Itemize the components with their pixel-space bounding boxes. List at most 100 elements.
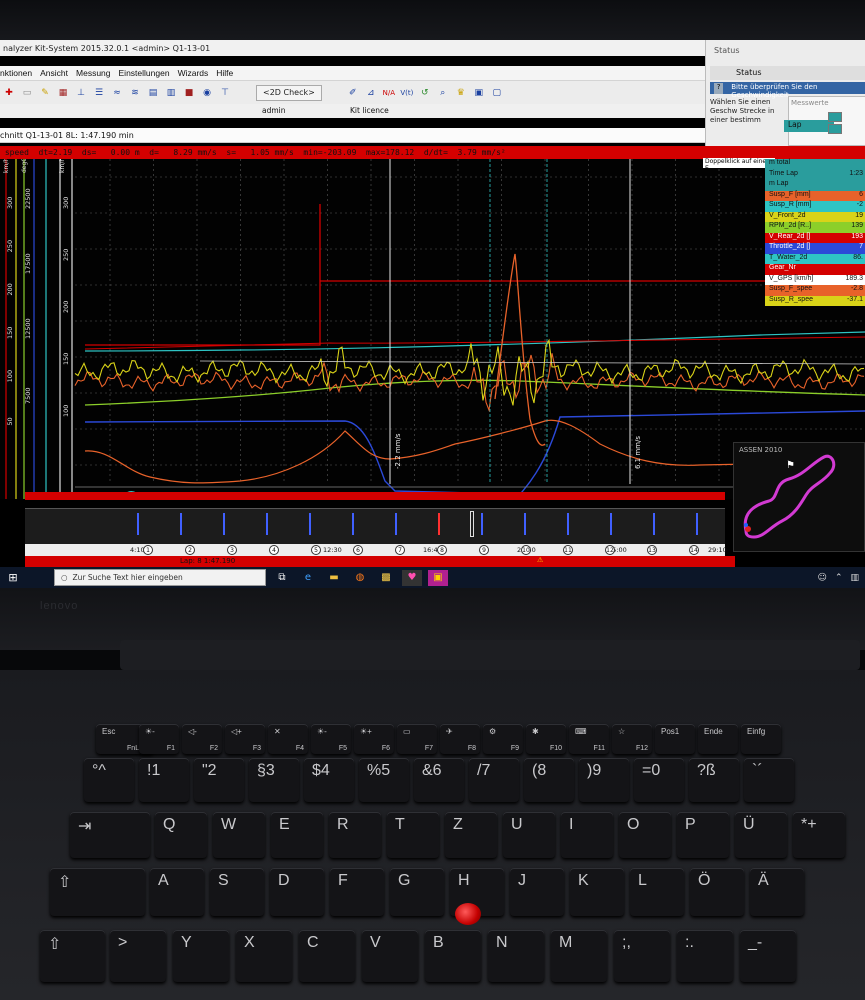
- stack-icon[interactable]: ▤: [146, 86, 160, 100]
- windows-start-icon[interactable]: ⊞: [0, 571, 26, 584]
- folder-icon[interactable]: ▭: [20, 86, 34, 100]
- lap-marker[interactable]: [696, 513, 698, 535]
- lap-number-badge[interactable]: 9: [479, 545, 489, 555]
- letter-key[interactable]: E: [271, 812, 323, 858]
- menu-funktionen[interactable]: nktionen: [0, 66, 32, 80]
- letter-key[interactable]: N: [488, 930, 544, 982]
- letter-key[interactable]: *+: [793, 812, 845, 858]
- menu-messung[interactable]: Messung: [76, 66, 111, 80]
- lap-number-badge[interactable]: 1: [143, 545, 153, 555]
- fn-key[interactable]: ☀- F5: [311, 724, 351, 754]
- number-key[interactable]: "2: [194, 758, 244, 802]
- letter-key[interactable]: :.: [677, 930, 733, 982]
- lap-marker[interactable]: [180, 513, 182, 535]
- menu-einstellungen[interactable]: Einstellungen: [119, 66, 170, 80]
- status-button-2[interactable]: [828, 124, 842, 134]
- letter-key[interactable]: ;,: [614, 930, 670, 982]
- tab-2d-check[interactable]: <2D Check>: [256, 84, 322, 101]
- list-icon[interactable]: ☰: [92, 86, 106, 100]
- letter-key[interactable]: G: [390, 868, 444, 916]
- lap-marker[interactable]: [266, 513, 268, 535]
- lap-number-badge[interactable]: 3: [227, 545, 237, 555]
- letter-key[interactable]: I: [561, 812, 613, 858]
- lap-field[interactable]: Lap: [784, 120, 834, 132]
- lap-number-badge[interactable]: 2: [185, 545, 195, 555]
- legend-item[interactable]: T_Water_2d 86.: [765, 253, 865, 264]
- letter-key[interactable]: V: [362, 930, 418, 982]
- lap-number-badge[interactable]: 13: [647, 545, 657, 555]
- legend-item[interactable]: Susp_F_spee -2.8: [765, 285, 865, 296]
- lap-number-badge[interactable]: 6: [353, 545, 363, 555]
- task-view-icon[interactable]: ⧉: [272, 570, 292, 586]
- lap-marker[interactable]: [309, 513, 311, 535]
- letter-key[interactable]: T: [387, 812, 439, 858]
- window2-icon[interactable]: ▢: [490, 86, 504, 100]
- fn-key[interactable]: ☀- F1: [139, 724, 179, 754]
- status-button-1[interactable]: [828, 112, 842, 122]
- lap-marker[interactable]: [524, 513, 526, 535]
- tree-icon[interactable]: ⊤: [218, 86, 232, 100]
- analyzer-icon[interactable]: ♥: [402, 569, 422, 586]
- na-icon[interactable]: N/A: [382, 86, 396, 100]
- menu-ansicht[interactable]: Ansicht: [40, 66, 68, 80]
- firefox-icon[interactable]: ◍: [350, 570, 370, 586]
- zoom-icon[interactable]: ⌕: [436, 86, 450, 100]
- letter-key[interactable]: Z: [445, 812, 497, 858]
- fn-key[interactable]: ✕ F4: [268, 724, 308, 754]
- number-key[interactable]: %5: [359, 758, 409, 802]
- chevron-up-icon[interactable]: ⌃: [835, 573, 843, 583]
- lap-number-badge[interactable]: 11: [563, 545, 573, 555]
- fn-key[interactable]: ⌨ F11: [569, 724, 609, 754]
- edge-icon[interactable]: e: [298, 570, 318, 586]
- number-key[interactable]: !1: [139, 758, 189, 802]
- legend-item[interactable]: Susp_R [mm] -2: [765, 201, 865, 212]
- lap-marker[interactable]: [567, 513, 569, 535]
- letter-key[interactable]: P: [677, 812, 729, 858]
- lap-number-badge[interactable]: 5: [311, 545, 321, 555]
- fn-key[interactable]: Einfg: [741, 724, 781, 754]
- number-key[interactable]: )9: [579, 758, 629, 802]
- number-key[interactable]: /7: [469, 758, 519, 802]
- trackpoint[interactable]: [455, 903, 481, 925]
- number-key[interactable]: ?ß: [689, 758, 739, 802]
- menu-hilfe[interactable]: Hilfe: [216, 66, 233, 80]
- menu-wizards[interactable]: Wizards: [178, 66, 209, 80]
- legend-item[interactable]: m Lap: [765, 180, 865, 191]
- vt-icon[interactable]: V(t): [400, 86, 414, 100]
- lap-marker[interactable]: [352, 513, 354, 535]
- lap-marker[interactable]: [395, 513, 397, 535]
- app-icon[interactable]: ▩: [376, 570, 396, 586]
- lap-cursor[interactable]: [470, 511, 474, 537]
- wave-icon[interactable]: ≈: [110, 86, 124, 100]
- grid-icon[interactable]: ▥: [164, 86, 178, 100]
- lap-number-badge[interactable]: 14: [689, 545, 699, 555]
- letter-key[interactable]: R: [329, 812, 381, 858]
- add-icon[interactable]: ✚: [2, 86, 16, 100]
- number-key[interactable]: (8: [524, 758, 574, 802]
- letter-key[interactable]: L: [630, 868, 684, 916]
- letter-key[interactable]: Ü: [735, 812, 787, 858]
- letter-key[interactable]: Q: [155, 812, 207, 858]
- lap-number-badge[interactable]: 7: [395, 545, 405, 555]
- fn-key[interactable]: Ende: [698, 724, 738, 754]
- shift-key[interactable]: ⇧: [40, 930, 105, 982]
- letter-key[interactable]: U: [503, 812, 555, 858]
- letter-key[interactable]: K: [570, 868, 624, 916]
- fn-key[interactable]: ◁- F2: [182, 724, 222, 754]
- legend-item[interactable]: RPM_2d [R..] 139: [765, 222, 865, 233]
- lap-number-badge[interactable]: 8: [437, 545, 447, 555]
- number-key[interactable]: °^: [84, 758, 134, 802]
- letter-key[interactable]: >: [110, 930, 166, 982]
- legend-item[interactable]: V_GPS [km/h] 189.3: [765, 274, 865, 285]
- wave2-icon[interactable]: ≋: [128, 86, 142, 100]
- fn-key[interactable]: Pos1: [655, 724, 695, 754]
- photo-icon[interactable]: ▣: [428, 569, 448, 586]
- lap-marker[interactable]: [653, 513, 655, 535]
- fn-key[interactable]: ✱ F10: [526, 724, 566, 754]
- legend-item[interactable]: V_Front_2d 19: [765, 211, 865, 222]
- legend-item[interactable]: Throttle_2d [] 7: [765, 243, 865, 254]
- fn-key[interactable]: ✈ F8: [440, 724, 480, 754]
- letter-key[interactable]: Y: [173, 930, 229, 982]
- graph-icon[interactable]: ⊥: [74, 86, 88, 100]
- number-key[interactable]: &6: [414, 758, 464, 802]
